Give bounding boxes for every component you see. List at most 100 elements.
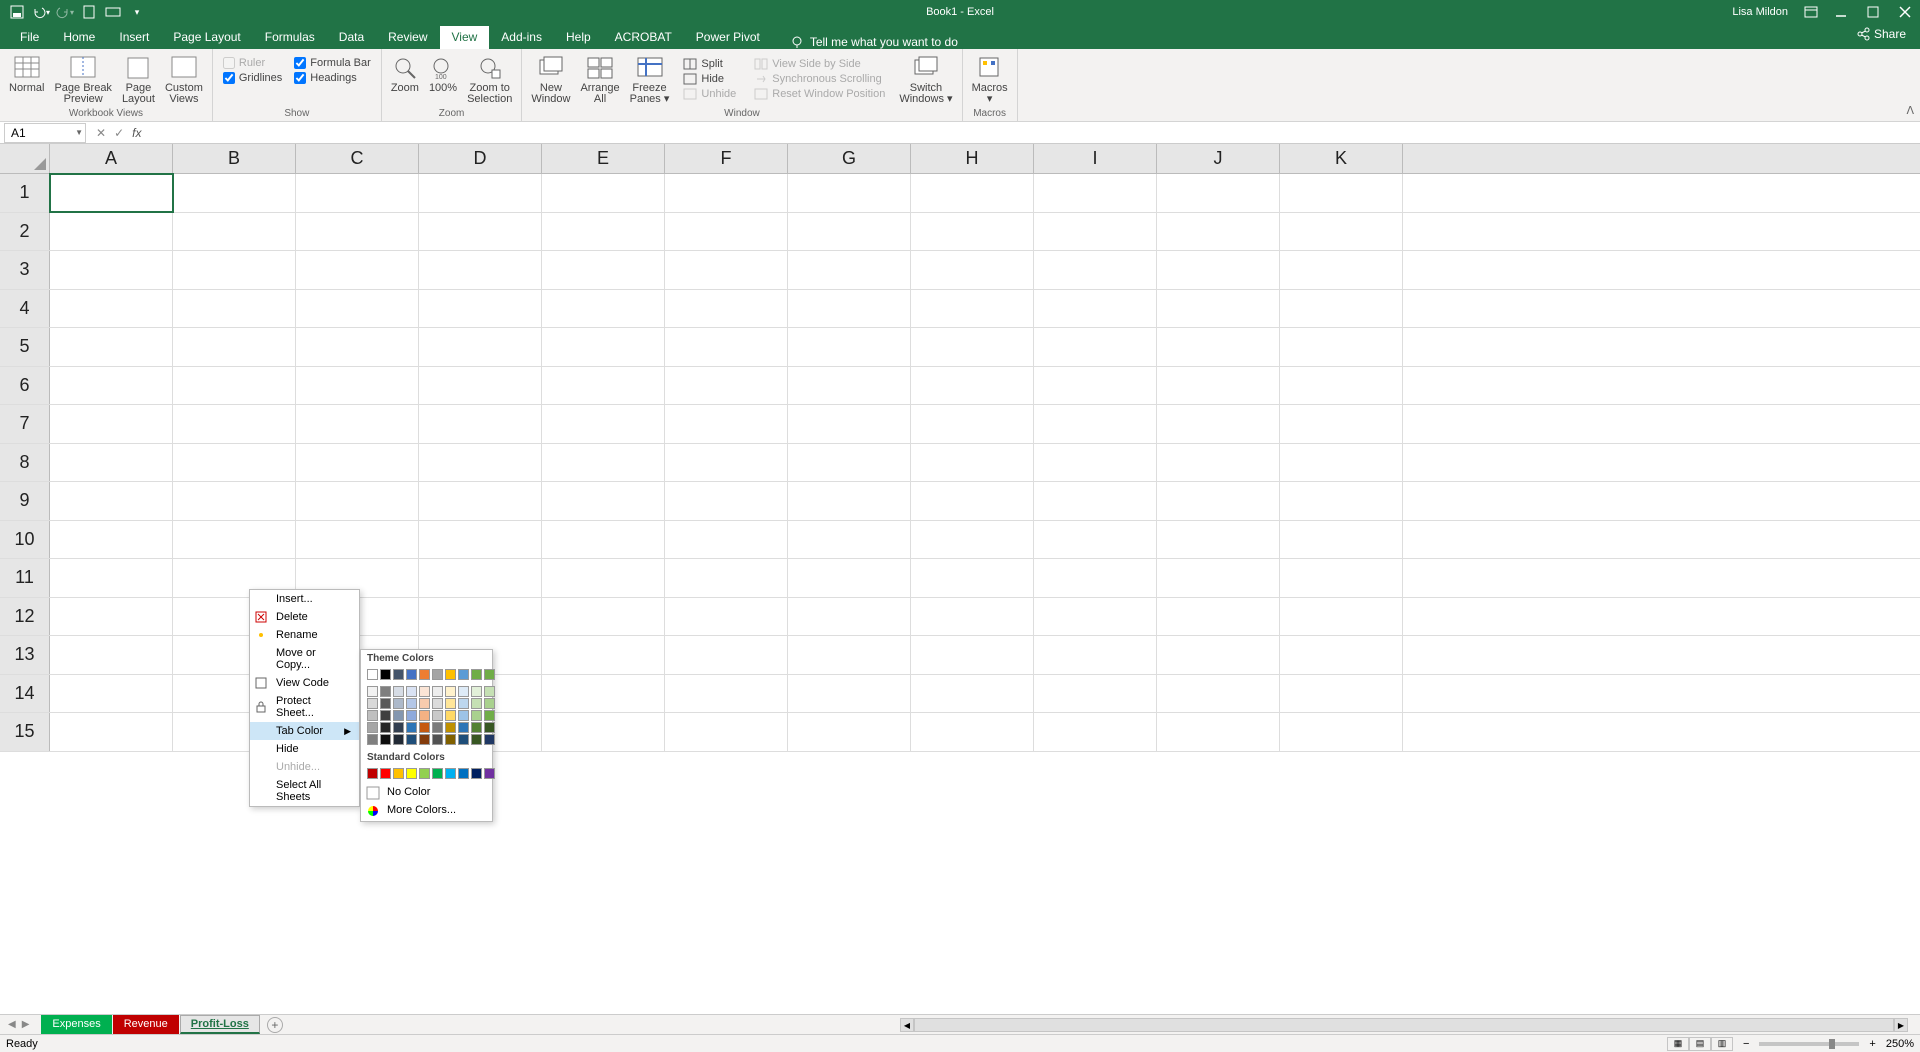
cell[interactable] xyxy=(1157,405,1280,443)
cell[interactable] xyxy=(542,213,665,251)
row-header[interactable]: 8 xyxy=(0,444,50,482)
cell[interactable] xyxy=(50,521,173,559)
cell[interactable] xyxy=(50,636,173,674)
cell[interactable] xyxy=(788,636,911,674)
row-header[interactable]: 4 xyxy=(0,290,50,328)
zoom-out-icon[interactable]: − xyxy=(1743,1038,1749,1050)
cell[interactable] xyxy=(1280,328,1403,366)
cell[interactable] xyxy=(50,598,173,636)
color-swatch[interactable] xyxy=(380,686,391,697)
cell[interactable] xyxy=(419,213,542,251)
gridlines-checkbox[interactable]: Gridlines xyxy=(223,72,282,84)
cell[interactable] xyxy=(419,174,542,212)
cell[interactable] xyxy=(296,405,419,443)
cell[interactable] xyxy=(542,675,665,713)
color-swatch[interactable] xyxy=(471,686,482,697)
cell[interactable] xyxy=(1157,559,1280,597)
color-swatch[interactable] xyxy=(380,734,391,745)
color-swatch[interactable] xyxy=(406,698,417,709)
column-header[interactable]: B xyxy=(173,144,296,173)
color-swatch[interactable] xyxy=(367,722,378,733)
color-swatch[interactable] xyxy=(445,768,456,779)
cell[interactable] xyxy=(665,367,788,405)
cell[interactable] xyxy=(911,713,1034,751)
color-swatch[interactable] xyxy=(484,734,495,745)
cell[interactable] xyxy=(1280,521,1403,559)
row-header[interactable]: 13 xyxy=(0,636,50,674)
page-break-button[interactable]: Page Break Preview xyxy=(51,55,114,105)
cell[interactable] xyxy=(1280,675,1403,713)
cell[interactable] xyxy=(542,521,665,559)
user-name[interactable]: Lisa Mildon xyxy=(1732,6,1788,18)
cell[interactable] xyxy=(173,213,296,251)
cell[interactable] xyxy=(542,251,665,289)
tab-addins[interactable]: Add-ins xyxy=(489,26,554,49)
color-swatch[interactable] xyxy=(393,768,404,779)
split-button[interactable]: Split xyxy=(680,57,739,71)
row-header[interactable]: 9 xyxy=(0,482,50,520)
cell[interactable] xyxy=(542,636,665,674)
cell[interactable] xyxy=(50,444,173,482)
column-header[interactable]: F xyxy=(665,144,788,173)
cell[interactable] xyxy=(50,328,173,366)
cell[interactable] xyxy=(173,405,296,443)
cell[interactable] xyxy=(419,444,542,482)
tab-acrobat[interactable]: ACROBAT xyxy=(603,26,684,49)
cell[interactable] xyxy=(419,598,542,636)
cell[interactable] xyxy=(419,328,542,366)
cell[interactable] xyxy=(1280,636,1403,674)
color-swatch[interactable] xyxy=(406,734,417,745)
cell[interactable] xyxy=(1157,367,1280,405)
cell[interactable] xyxy=(665,251,788,289)
cell[interactable] xyxy=(665,598,788,636)
maximize-icon[interactable] xyxy=(1866,5,1880,19)
cell[interactable] xyxy=(1280,444,1403,482)
color-swatch[interactable] xyxy=(393,686,404,697)
color-swatch[interactable] xyxy=(458,669,469,680)
row-header[interactable]: 1 xyxy=(0,174,50,212)
cell[interactable] xyxy=(1280,482,1403,520)
column-header[interactable]: D xyxy=(419,144,542,173)
zoom-slider[interactable] xyxy=(1759,1042,1859,1046)
cell[interactable] xyxy=(1157,675,1280,713)
chevron-down-icon[interactable]: ▼ xyxy=(75,128,83,137)
color-swatch[interactable] xyxy=(458,710,469,721)
row-header[interactable]: 7 xyxy=(0,405,50,443)
zoom-selection-button[interactable]: Zoom to Selection xyxy=(464,55,515,105)
cell[interactable] xyxy=(419,251,542,289)
cell[interactable] xyxy=(665,290,788,328)
color-swatch[interactable] xyxy=(380,768,391,779)
color-swatch[interactable] xyxy=(393,710,404,721)
menu-view-code[interactable]: View Code xyxy=(250,674,359,692)
cell[interactable] xyxy=(419,559,542,597)
color-swatch[interactable] xyxy=(367,686,378,697)
cell[interactable] xyxy=(1280,367,1403,405)
cell[interactable] xyxy=(788,713,911,751)
menu-delete[interactable]: Delete xyxy=(250,608,359,626)
minimize-icon[interactable] xyxy=(1834,5,1848,19)
column-header[interactable]: J xyxy=(1157,144,1280,173)
color-swatch[interactable] xyxy=(419,669,430,680)
cell[interactable] xyxy=(911,367,1034,405)
color-swatch[interactable] xyxy=(458,722,469,733)
formula-bar-checkbox[interactable]: Formula Bar xyxy=(294,57,371,69)
cell[interactable] xyxy=(1034,328,1157,366)
color-swatch[interactable] xyxy=(380,710,391,721)
color-swatch[interactable] xyxy=(393,698,404,709)
new-file-icon[interactable] xyxy=(80,3,98,21)
new-window-button[interactable]: New Window xyxy=(528,55,573,105)
color-swatch[interactable] xyxy=(419,710,430,721)
cell[interactable] xyxy=(50,251,173,289)
cell[interactable] xyxy=(911,174,1034,212)
cell[interactable] xyxy=(1157,636,1280,674)
cell[interactable] xyxy=(1034,444,1157,482)
cell[interactable] xyxy=(665,213,788,251)
cell[interactable] xyxy=(1034,405,1157,443)
row-header[interactable]: 12 xyxy=(0,598,50,636)
row-header[interactable]: 14 xyxy=(0,675,50,713)
color-swatch[interactable] xyxy=(367,669,378,680)
color-swatch[interactable] xyxy=(458,686,469,697)
cell[interactable] xyxy=(788,251,911,289)
select-all-corner[interactable] xyxy=(0,144,50,173)
cell[interactable] xyxy=(1034,559,1157,597)
